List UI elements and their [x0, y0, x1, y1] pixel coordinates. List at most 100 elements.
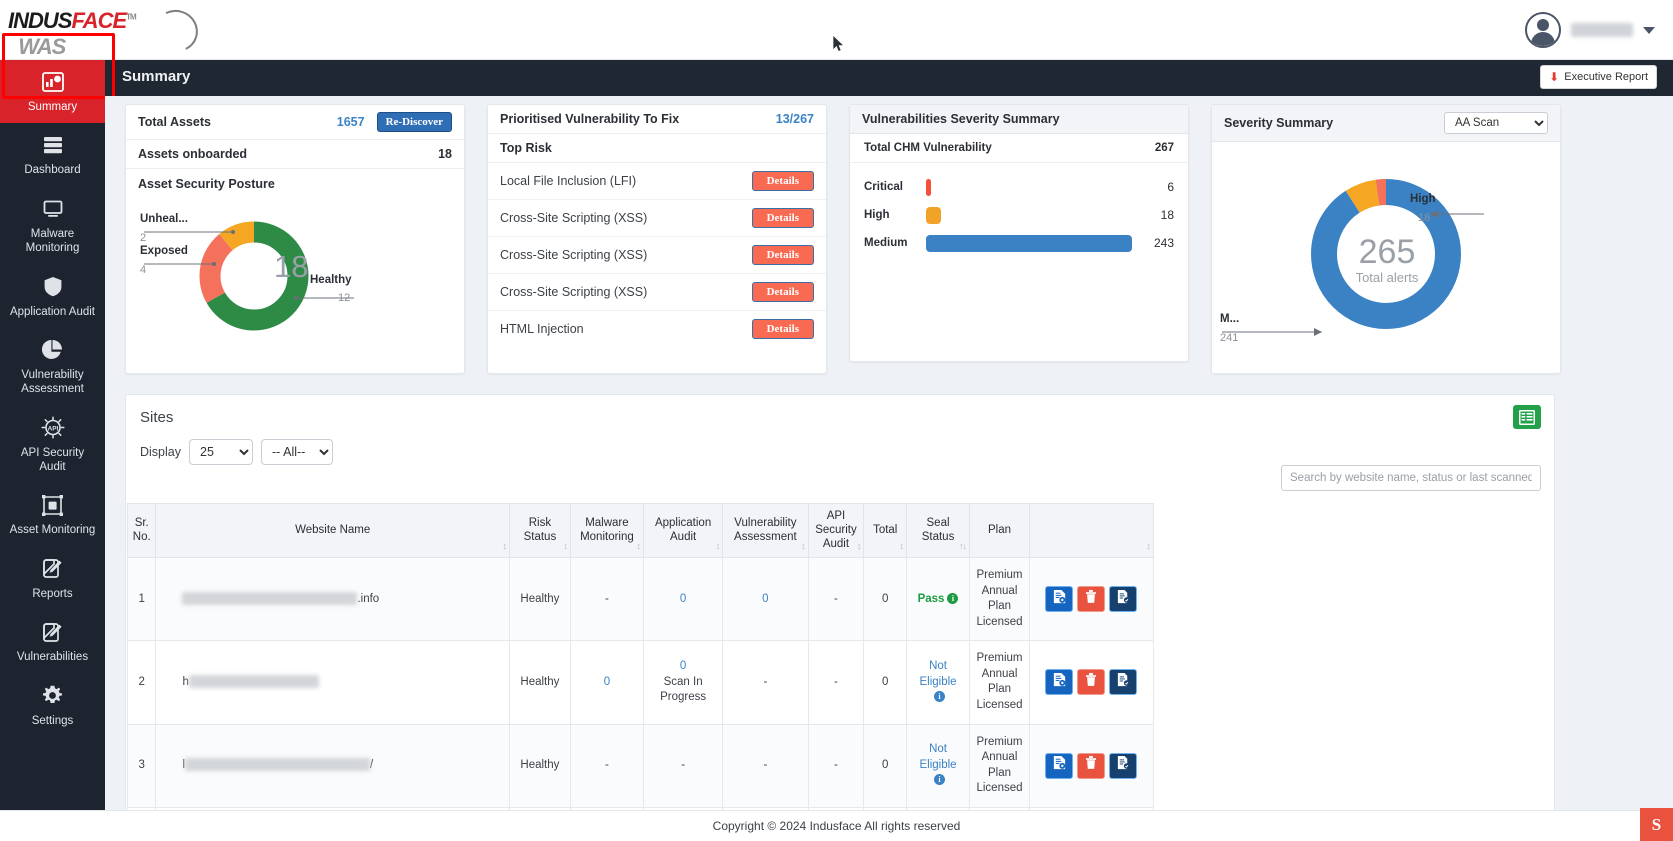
severity-donut-label-medium: M... [1220, 313, 1240, 325]
seal-status-not-eligible[interactable]: Not Eligible [919, 743, 956, 771]
sites-table-head: Sr. No. Website Name ↕ Risk Status ↕ Malware … [126, 502, 1155, 559]
malware-count-link[interactable]: 0 [604, 676, 610, 688]
sort-toggle-icon[interactable]: ↑↓ [959, 541, 967, 552]
report-view-button[interactable] [1045, 586, 1074, 613]
help-widget-button[interactable]: S [1640, 808, 1673, 841]
status-filter-select[interactable]: -- All-- [261, 439, 333, 465]
sidebar-item-malware-monitoring[interactable]: Malware Monitoring [0, 187, 105, 265]
sort-toggle-icon[interactable]: ↕ [801, 541, 805, 552]
info-icon[interactable]: i [947, 592, 959, 604]
details-button[interactable]: Details [751, 208, 814, 228]
total-assets-value[interactable]: 1657 [337, 115, 365, 129]
details-button[interactable]: Details [751, 282, 814, 302]
asset-security-posture-label: Asset Security Posture [138, 177, 275, 191]
excel-sheet-glyph [1519, 409, 1535, 425]
sidebar-item-asset-monitoring[interactable]: Asset Monitoring [0, 483, 105, 546]
scan-type-select[interactable]: AA Scan [1444, 112, 1548, 134]
sidebar-item-label: Settings [31, 714, 74, 727]
website-name-prefix: h [182, 675, 189, 688]
column-header-plan[interactable]: Plan [969, 502, 1030, 559]
column-header-website-name[interactable]: Website Name ↕ [155, 502, 510, 559]
report-view-button[interactable] [1045, 752, 1074, 779]
column-header-application-audit[interactable]: Application Audit ↕ [642, 502, 724, 559]
top-risk-name: HTML Injection [500, 322, 584, 336]
sidebar-item-vulnerability-assessment[interactable]: Vulnerability Assessment [0, 328, 105, 406]
column-header-risk-status[interactable]: Risk Status ↕ [508, 502, 571, 559]
donut-label-exposed: Exposed [140, 245, 188, 257]
page-size-select[interactable]: 25 [189, 439, 253, 465]
severity-donut-chart: High 18 M... 241 265 Total alerts [1212, 142, 1562, 366]
sort-toggle-icon[interactable]: ↕ [563, 541, 567, 552]
top-risk-name: Cross-Site Scripting (XSS) [500, 211, 648, 225]
column-header-label: Malware Monitoring [580, 516, 634, 543]
sidebar-item-application-audit[interactable]: Application Audit [0, 265, 105, 328]
donut-label-unhealthy: Unheal... [140, 213, 188, 225]
app-audit-count-link[interactable]: 0 [680, 660, 686, 672]
sort-toggle-icon[interactable]: ↕ [716, 541, 720, 552]
main-content: Total Assets 1657 Re-Discover Assets onb… [105, 96, 1673, 841]
executive-report-label: Executive Report [1564, 71, 1648, 83]
sort-toggle-icon[interactable]: ↕ [857, 541, 861, 552]
delete-trash-button[interactable] [1077, 586, 1106, 613]
vuln-count-link[interactable]: 0 [762, 593, 768, 605]
info-icon[interactable]: i [934, 774, 946, 786]
sites-table: Sr. No. Website Name ↕ Risk Status ↕ Malware … [126, 502, 1155, 841]
re-discover-button[interactable]: Re-Discover [376, 112, 452, 132]
copy-scan-icon [1116, 672, 1131, 693]
sort-toggle-icon[interactable]: ↕ [1147, 541, 1151, 552]
sort-toggle-icon[interactable]: ↕ [637, 541, 641, 552]
footer-bar: Copyright © 2024 Indusface All rights re… [0, 810, 1673, 841]
top-risk-item: Cross-Site Scripting (XSS) Details [488, 237, 826, 274]
delete-trash-button[interactable] [1077, 669, 1106, 696]
column-header-seal-status[interactable]: Seal Status ↑↓ [906, 502, 971, 559]
total-chm-vulnerability-row: Total CHM Vulnerability 267 [850, 134, 1188, 163]
cell-seal-status: Not Eligible i [906, 723, 971, 808]
column-header-api-security-audit[interactable]: API Security Audit ↕ [807, 502, 865, 559]
column-header-total[interactable]: Total ↕ [863, 502, 908, 559]
details-button[interactable]: Details [751, 171, 814, 191]
edit-note-icon [42, 557, 63, 581]
column-header-vulnerability-assessment[interactable]: Vulnerability Assessment ↕ [722, 502, 809, 559]
top-risk-name: Cross-Site Scripting (XSS) [500, 248, 648, 262]
sidebar-item-summary[interactable]: Summary [0, 60, 105, 124]
details-button[interactable]: Details [751, 245, 814, 265]
sidebar-item-dashboard[interactable]: Dashboard [0, 123, 105, 186]
severity-donut-center-subtitle: Total alerts [1355, 270, 1419, 285]
profile-menu[interactable] [1525, 12, 1655, 48]
user-avatar-icon[interactable] [1525, 12, 1561, 48]
excel-export-icon[interactable] [1513, 405, 1541, 429]
search-input[interactable] [1281, 465, 1541, 491]
column-header-sr-no[interactable]: Sr. No. [126, 502, 157, 559]
copy-scan-button[interactable] [1109, 669, 1138, 696]
column-header-label: Vulnerability Assessment [734, 516, 797, 543]
sidebar-item-label: Malware Monitoring [25, 227, 80, 255]
copy-scan-button[interactable] [1109, 586, 1138, 613]
seal-status-not-eligible[interactable]: Not Eligible [919, 660, 956, 688]
sort-toggle-icon[interactable]: ↕ [502, 541, 506, 552]
executive-report-button[interactable]: ⬇ Executive Report [1540, 65, 1657, 89]
app-audit-count-link[interactable]: 0 [680, 593, 686, 605]
top-risk-item: Cross-Site Scripting (XSS) Details [488, 200, 826, 237]
column-header-label: Application Audit [654, 516, 712, 543]
sites-table-header-row: Sr. No. Website Name ↕ Risk Status ↕ Malware … [126, 502, 1155, 559]
report-view-button[interactable] [1045, 669, 1074, 696]
top-bar: INDUSFACETM WAS [0, 0, 1673, 60]
delete-trash-button[interactable] [1077, 752, 1106, 779]
prioritised-count[interactable]: 13/267 [776, 112, 814, 126]
details-button[interactable]: Details [751, 319, 814, 339]
column-header-malware-monitoring[interactable]: Malware Monitoring ↕ [569, 502, 645, 559]
donut-value-exposed: 4 [140, 264, 147, 276]
sort-toggle-icon[interactable]: ↕ [900, 541, 904, 552]
summary-cards-row: Total Assets 1657 Re-Discover Assets onb… [125, 104, 1561, 374]
severity-bar-track [926, 173, 1138, 201]
column-header-actions[interactable]: ↕ [1028, 502, 1155, 559]
sidebar-item-label: Vulnerabilities [16, 651, 89, 664]
chevron-down-icon[interactable] [1643, 26, 1655, 34]
copy-scan-button[interactable] [1109, 752, 1138, 779]
sidebar-item-vulnerabilities[interactable]: Vulnerabilities [0, 610, 105, 673]
sidebar-item-api-security-audit[interactable]: API API Security Audit [0, 406, 105, 484]
info-icon[interactable]: i [934, 691, 946, 703]
sidebar-item-reports[interactable]: Reports [0, 547, 105, 610]
severity-bar-label: High [864, 209, 890, 221]
sidebar-item-settings[interactable]: Settings [0, 674, 105, 737]
